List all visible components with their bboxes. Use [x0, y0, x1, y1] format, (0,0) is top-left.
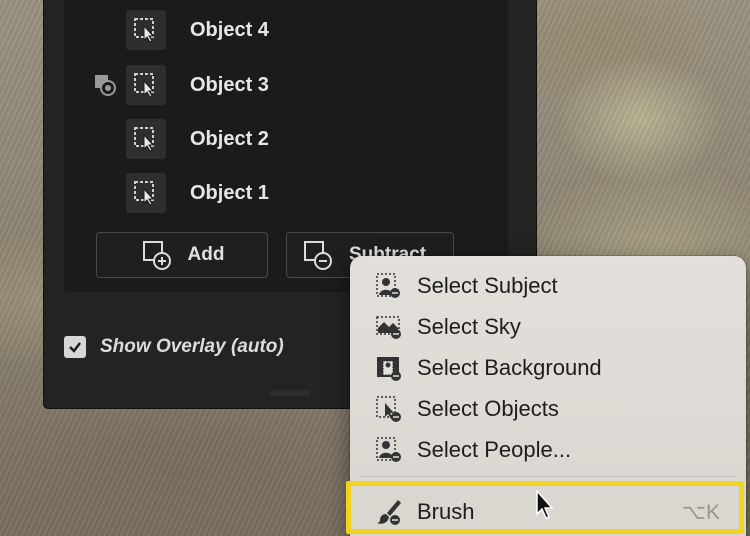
show-overlay-option[interactable]: Show Overlay (auto)	[64, 336, 284, 358]
mask-list: Object 4 Object 3 Object 2 Object 1 Add	[64, 0, 508, 292]
brush-shortcut: ⌥K	[681, 500, 720, 524]
show-overlay-checkbox[interactable]	[64, 336, 86, 358]
mask-item-label: Object 4	[190, 18, 269, 41]
add-button-label: Add	[187, 244, 225, 265]
select-sky-icon	[376, 316, 401, 339]
show-overlay-label: Show Overlay (auto)	[100, 336, 284, 357]
menu-item-select-people[interactable]: Select People...	[350, 430, 746, 470]
object-mask-icon	[126, 173, 166, 213]
mask-item-label: Object 2	[190, 127, 269, 150]
menu-item-select-sky[interactable]: Select Sky	[350, 307, 746, 347]
menu-item-select-background[interactable]: Select Background	[350, 348, 746, 388]
subtract-mask-icon	[304, 241, 332, 270]
select-background-icon	[377, 357, 401, 381]
mask-item-object-3[interactable]: Object 3	[126, 63, 269, 107]
mask-item-label: Object 1	[190, 181, 269, 204]
object-mask-icon	[126, 119, 166, 159]
menu-item-select-objects[interactable]: Select Objects	[350, 389, 746, 429]
menu-item-label: Brush	[417, 499, 475, 524]
active-mask-indicator-icon	[94, 74, 116, 96]
mask-item-label: Object 3	[190, 73, 269, 96]
menu-item-label: Select Background	[417, 355, 602, 380]
add-button[interactable]: Add	[96, 232, 268, 278]
object-mask-icon	[126, 65, 166, 105]
menu-item-label: Select Subject	[417, 273, 558, 298]
menu-item-select-subject[interactable]: Select Subject	[350, 266, 746, 306]
mask-item-object-1[interactable]: Object 1	[126, 171, 269, 215]
checkmark-icon	[69, 342, 81, 353]
object-mask-icon	[126, 10, 166, 50]
brush-icon	[377, 500, 401, 525]
mask-item-object-2[interactable]: Object 2	[126, 117, 269, 161]
menu-item-label: Select Sky	[417, 314, 521, 339]
select-subject-icon	[376, 273, 400, 298]
panel-resize-handle[interactable]	[270, 390, 310, 396]
mouse-pointer-icon	[536, 490, 554, 519]
menu-item-label: Select Objects	[417, 396, 559, 421]
mask-item-object-4[interactable]: Object 4	[126, 8, 269, 52]
add-mask-icon	[142, 241, 171, 270]
menu-item-label: Select People...	[417, 437, 572, 462]
select-people-icon	[376, 437, 401, 462]
menu-divider	[360, 476, 736, 477]
select-objects-icon	[376, 396, 401, 422]
